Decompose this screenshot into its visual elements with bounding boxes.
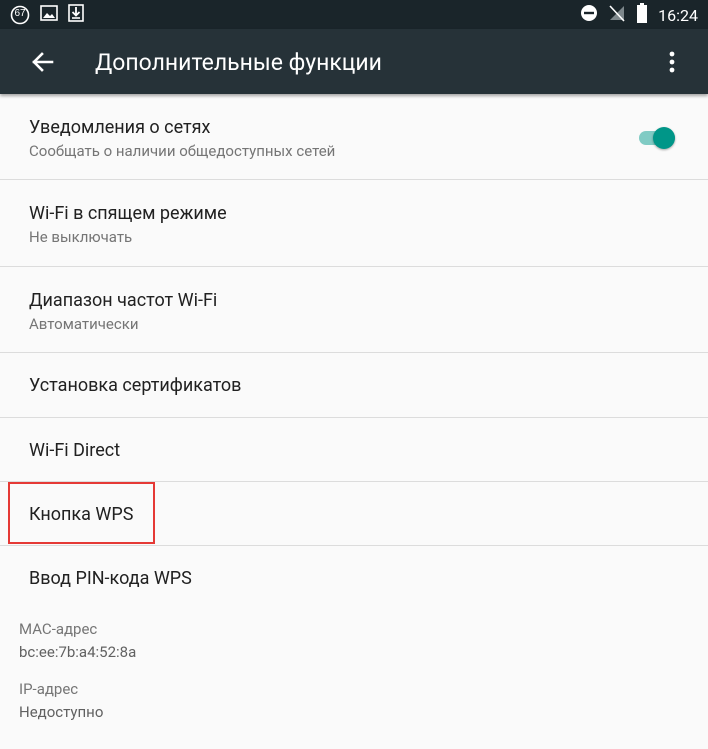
network-notifications-title: Уведомления о сетях bbox=[29, 117, 211, 138]
network-notifications-subtitle: Сообщать о наличии общедоступных сетей bbox=[29, 142, 336, 160]
install-certificates-title: Установка сертификатов bbox=[29, 375, 242, 396]
install-certificates-item[interactable]: Установка сертификатов bbox=[0, 353, 708, 418]
status-bar-right: 16:24 bbox=[580, 3, 698, 27]
back-button[interactable] bbox=[28, 47, 58, 77]
wps-button-title: Кнопка WPS bbox=[29, 504, 134, 525]
more-vert-icon bbox=[660, 51, 684, 80]
wps-button-item[interactable]: Кнопка WPS bbox=[0, 482, 708, 546]
wifi-direct-title: Wi-Fi Direct bbox=[29, 440, 121, 461]
status-time: 16:24 bbox=[658, 5, 698, 25]
wifi-sleep-subtitle: Не выключать bbox=[29, 228, 133, 246]
app-toolbar: Дополнительные функции bbox=[0, 29, 708, 94]
status-bar-left: 67 bbox=[10, 4, 84, 26]
ip-address-label: IP-адрес bbox=[19, 680, 79, 698]
wifi-sleep-item[interactable]: Wi-Fi в спящем режиме Не выключать bbox=[0, 180, 708, 267]
mac-address-value: bc:ee:7b:a4:52:8a bbox=[19, 643, 137, 661]
image-icon bbox=[40, 5, 58, 25]
wifi-band-title: Диапазон частот Wi-Fi bbox=[29, 290, 218, 311]
status-bar: 67 16:24 bbox=[0, 0, 708, 29]
badge-67-icon: 67 bbox=[10, 5, 30, 25]
badge-67-text: 67 bbox=[14, 8, 26, 19]
do-not-disturb-icon bbox=[580, 4, 598, 26]
mac-address-label: MAC-адрес bbox=[19, 620, 98, 638]
battery-icon bbox=[636, 3, 648, 27]
wifi-direct-item[interactable]: Wi-Fi Direct bbox=[0, 418, 708, 482]
wps-pin-title: Ввод PIN-кода WPS bbox=[29, 568, 192, 589]
switch-thumb bbox=[653, 127, 675, 149]
wifi-sleep-title: Wi-Fi в спящем режиме bbox=[29, 203, 227, 224]
network-notifications-item[interactable]: Уведомления о сетях Сообщать о наличии о… bbox=[0, 94, 708, 180]
arrow-back-icon bbox=[28, 52, 58, 81]
network-notifications-switch[interactable] bbox=[637, 124, 679, 152]
page-title: Дополнительные функции bbox=[95, 49, 382, 76]
wifi-band-item[interactable]: Диапазон частот Wi-Fi Автоматически bbox=[0, 267, 708, 353]
no-signal-icon bbox=[608, 4, 626, 26]
wps-pin-item[interactable]: Ввод PIN-кода WPS bbox=[0, 546, 708, 608]
ip-address-value: Недоступно bbox=[19, 703, 104, 721]
wifi-band-subtitle: Автоматически bbox=[29, 315, 139, 333]
download-icon bbox=[68, 4, 84, 26]
overflow-menu-button[interactable] bbox=[660, 48, 684, 76]
